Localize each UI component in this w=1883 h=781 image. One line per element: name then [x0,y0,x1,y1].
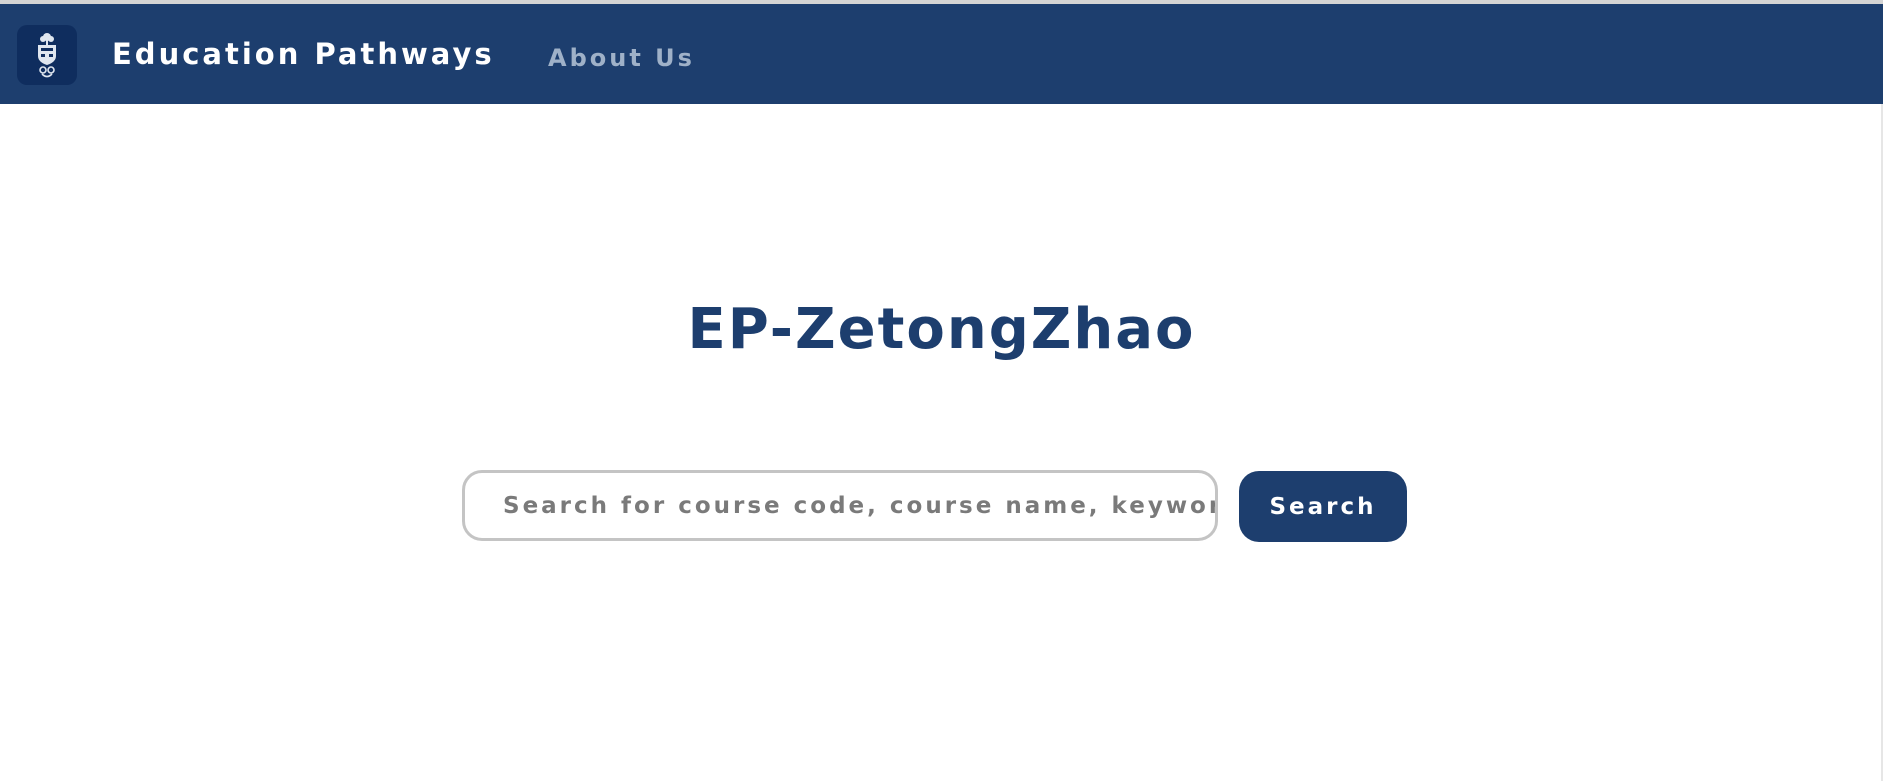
university-crest-icon [38,33,56,78]
logo[interactable] [17,25,77,85]
nav-link-about-us[interactable]: About Us [548,38,695,78]
search-input[interactable] [462,470,1218,541]
search-button[interactable]: Search [1239,471,1407,542]
brand-title[interactable]: Education Pathways [112,32,495,76]
navbar: Education Pathways About Us [0,4,1883,104]
page-title: EP-ZetongZhao [687,297,1196,362]
